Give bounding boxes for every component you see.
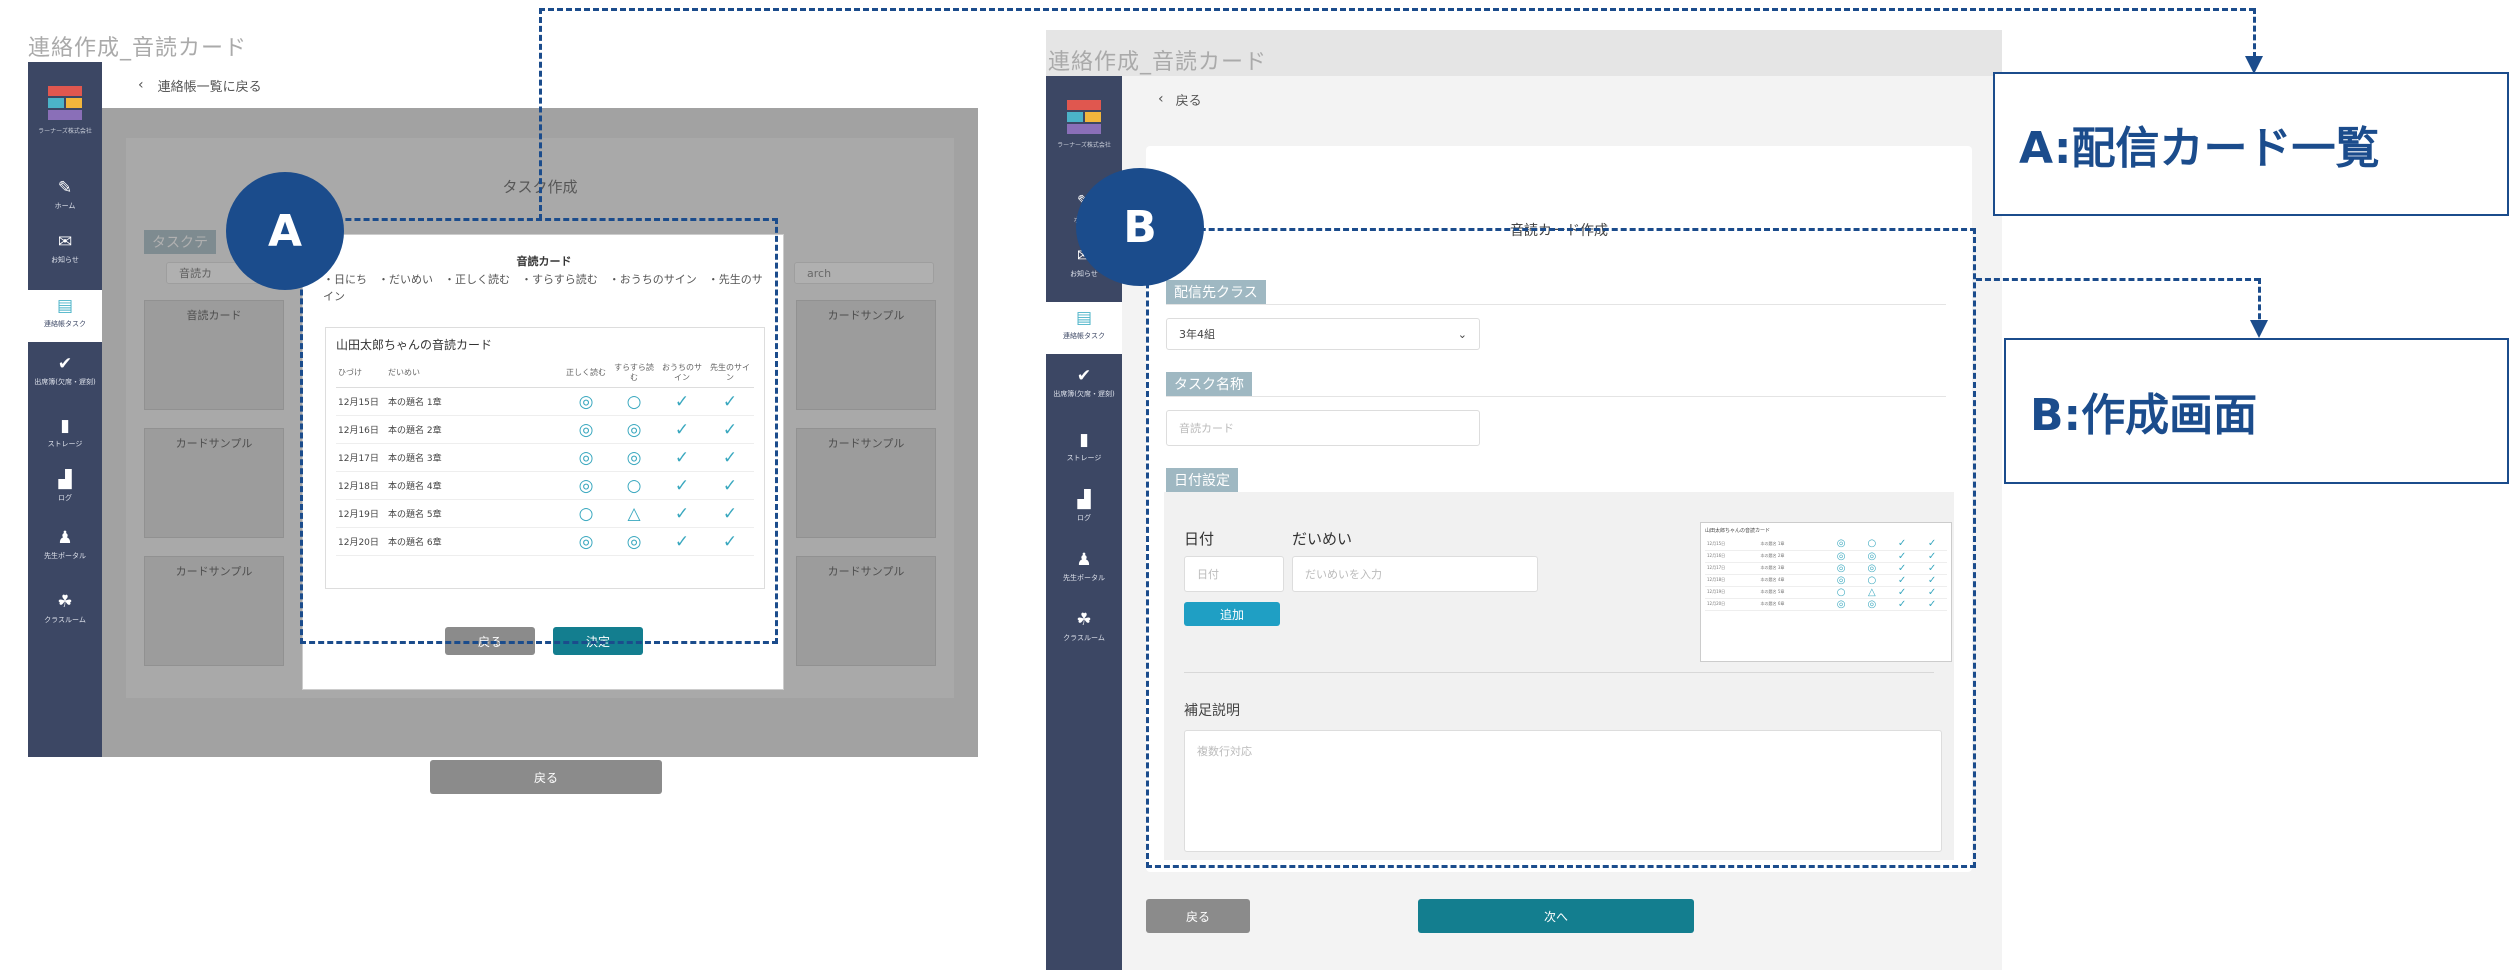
sidebar-item-log[interactable]: ▟ ログ (28, 470, 102, 503)
company-logo (48, 86, 82, 120)
file-icon: ▮ (60, 416, 70, 436)
right-topbar: ‹ 戻る (1122, 76, 2002, 122)
annotation-a-circle: A (226, 172, 344, 290)
chart-icon: ▟ (58, 470, 72, 490)
people-icon: ☘ (57, 592, 73, 612)
document-icon: ▤ (1075, 308, 1093, 328)
mail-icon: ✉ (57, 232, 73, 252)
sidebar-item-storage[interactable]: ▮ ストレージ (28, 416, 102, 449)
annotation-a-connector (2253, 8, 2256, 58)
company-logo (1067, 100, 1101, 134)
check-icon: ✔ (1076, 366, 1092, 386)
annotation-b-connector (1976, 278, 2260, 281)
check-icon: ✔ (57, 354, 73, 374)
sidebar-item-attendance[interactable]: ✔ 出席簿(欠席・遅刻) (1046, 366, 1122, 399)
form-back-button[interactable]: 戻る (1146, 899, 1250, 933)
sidebar-item-storage[interactable]: ▮ ストレージ (1046, 430, 1122, 463)
annotation-a-label: A:配信カード一覧 (1993, 72, 2509, 216)
left-sidebar: ラーナーズ株式会社 ✎ ホーム ✉ お知らせ ▤ 連絡帳タスク ✔ 出席簿(欠席・遅刻)… (28, 62, 102, 757)
sidebar-item-classroom[interactable]: ☘ クラスルーム (28, 592, 102, 625)
company-name: ラーナーズ株式会社 (38, 128, 92, 135)
arrow-down-icon (2250, 320, 2268, 338)
back-chevron-icon[interactable]: ‹ (138, 77, 144, 93)
annotation-a-connector (539, 8, 542, 220)
left-bottom-back-button[interactable]: 戻る (430, 760, 662, 794)
annotation-b-circle: B (1076, 168, 1204, 286)
sidebar-item-classroom[interactable]: ☘ クラスルーム (1046, 610, 1122, 643)
sidebar-item-task[interactable]: ▤ 連絡帳タスク (28, 290, 102, 342)
file-icon: ▮ (1079, 430, 1089, 450)
document-icon: ▤ (56, 296, 74, 316)
left-screen-caption: 連絡作成_音読カード (28, 36, 248, 61)
annotation-a-connector (539, 8, 2255, 11)
sidebar-item-notice[interactable]: ✉お知らせ (28, 232, 102, 265)
company-name: ラーナーズ株式会社 (1057, 142, 1111, 149)
teacher-icon: ♟ (1076, 550, 1092, 570)
back-chevron-icon[interactable]: ‹ (1158, 91, 1164, 107)
back-link[interactable]: 戻る (1176, 90, 1202, 109)
annotation-b-box (1146, 228, 1976, 868)
right-screen-caption: 連絡作成_音読カード (1048, 50, 1268, 75)
form-next-button[interactable]: 次へ (1418, 899, 1694, 933)
sidebar-item-home[interactable]: ✎ホーム (28, 178, 102, 211)
sidebar-item-teacher[interactable]: ♟ 先生ポータル (28, 528, 102, 561)
back-to-list-link[interactable]: 連絡帳一覧に戻る (158, 76, 262, 95)
people-icon: ☘ (1076, 610, 1092, 630)
chart-icon: ▟ (1077, 490, 1091, 510)
sidebar-item-log[interactable]: ▟ ログ (1046, 490, 1122, 523)
sidebar-item-attendance[interactable]: ✔ 出席簿(欠席・遅刻) (28, 354, 102, 387)
sidebar-item-task[interactable]: ▤ 連絡帳タスク (1046, 302, 1122, 354)
sidebar-item-teacher[interactable]: ♟ 先生ポータル (1046, 550, 1122, 583)
annotation-b-label: B:作成画面 (2004, 338, 2509, 484)
annotation-a-box (300, 218, 778, 644)
pencil-icon: ✎ (57, 178, 73, 198)
teacher-icon: ♟ (57, 528, 73, 548)
